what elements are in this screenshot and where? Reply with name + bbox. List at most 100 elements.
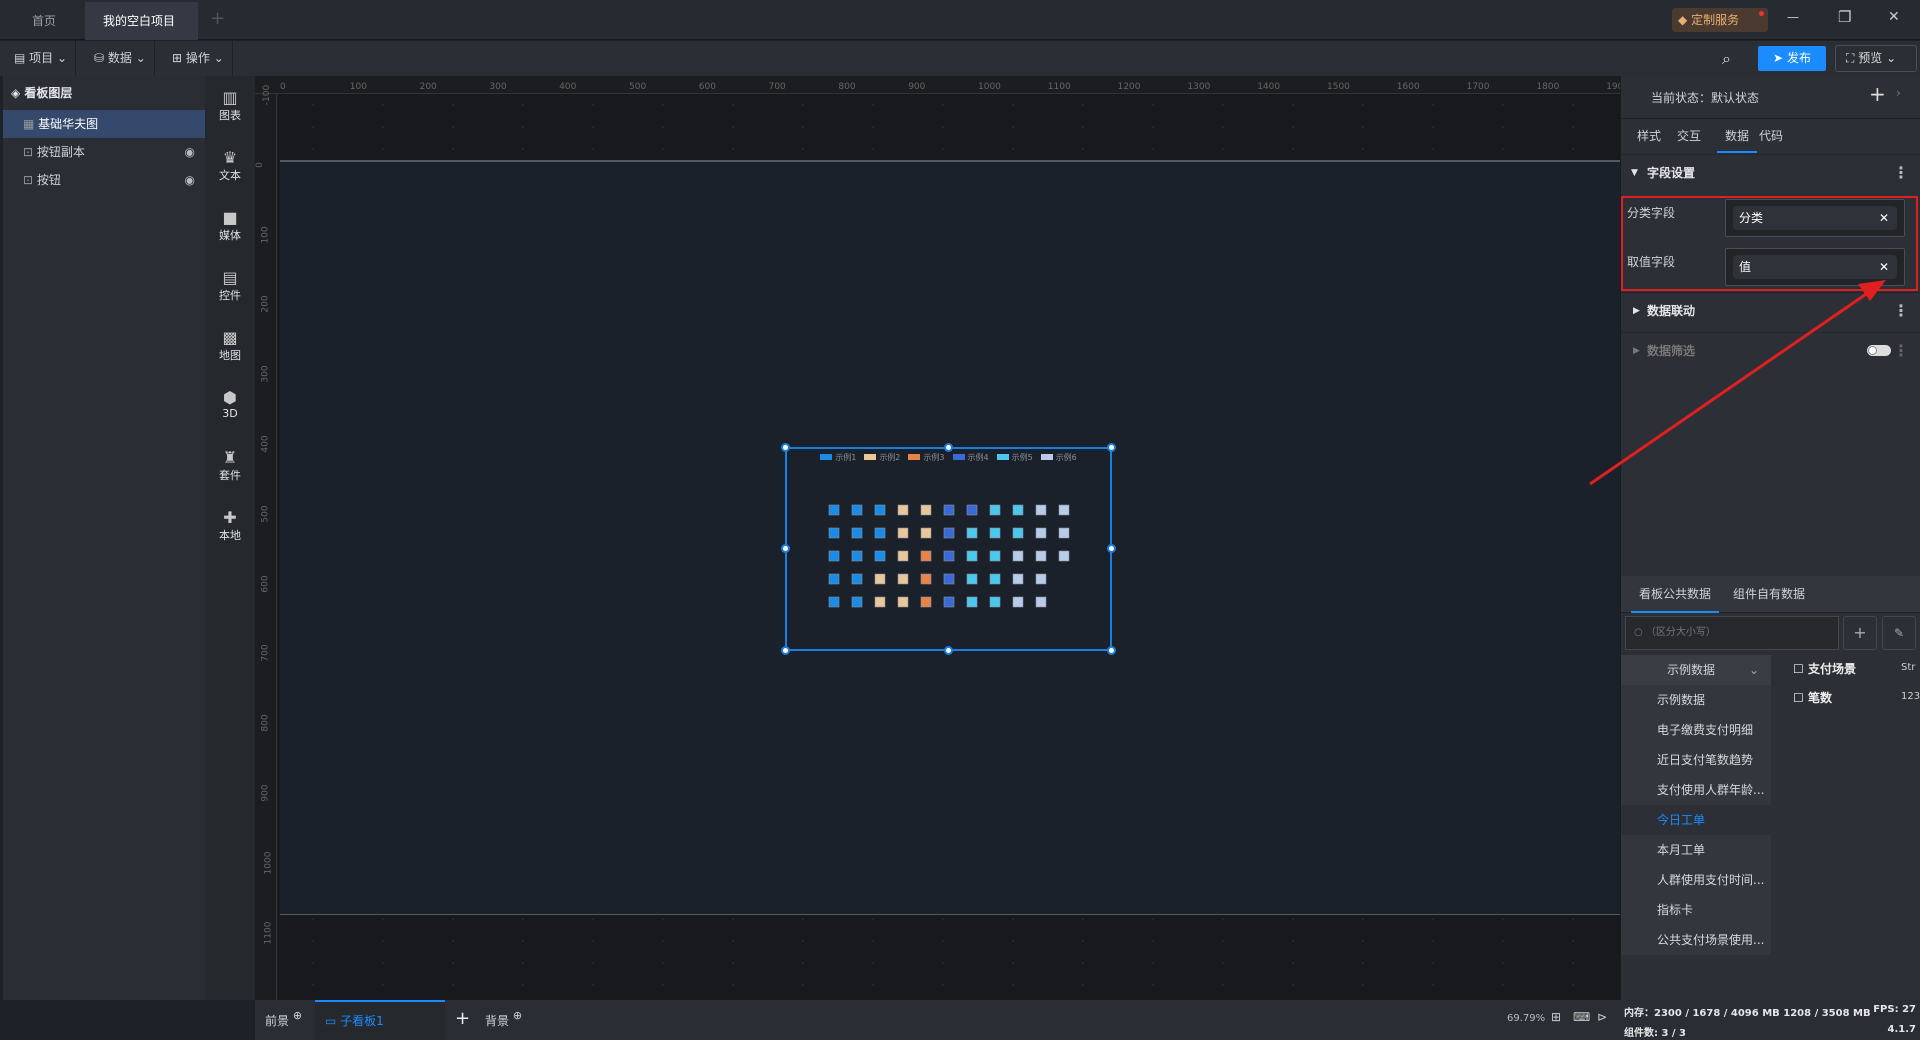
filter-toggle[interactable] [1867, 345, 1891, 356]
foreground-tab[interactable]: 前景 ⊕ [265, 1009, 302, 1029]
data-filter-header[interactable]: ▶ 数据筛选 ⋮ [1621, 332, 1920, 368]
ruler-tick-label: 900 [260, 784, 271, 802]
component-label: 文本 [219, 169, 241, 182]
ruler-tick-label: 500 [260, 505, 271, 523]
project-menu[interactable]: ▤ 项目 ⌄ [6, 41, 77, 76]
media-component-button[interactable]: ■ 媒体 [205, 208, 255, 243]
tab-data[interactable]: 数据 [1717, 120, 1757, 153]
checkbox[interactable]: ☐ [1793, 691, 1804, 705]
tab-component-data[interactable]: 组件自有数据 [1725, 576, 1813, 613]
more-icon[interactable]: ⋮ [1893, 293, 1909, 329]
add-tab-button[interactable]: + [210, 8, 225, 29]
data-linkage-header[interactable]: ▶ 数据联动 ⋮ [1621, 292, 1920, 328]
field-value: 分类 [1739, 211, 1764, 225]
minimize-button[interactable]: — [1787, 10, 1799, 24]
column-item[interactable]: ☐ 支付场景 [1793, 660, 1856, 677]
fit-screen-icon[interactable]: ⊞ [1551, 1010, 1561, 1024]
keyboard-icon[interactable]: ⌨ [1573, 1010, 1590, 1024]
source-item[interactable]: 示例数据 [1621, 685, 1771, 715]
close-button[interactable]: ✕ [1888, 9, 1900, 25]
resize-handle[interactable] [1107, 443, 1116, 452]
clear-icon[interactable]: ✕ [1879, 206, 1889, 230]
chart-component-button[interactable]: ▥ 图表 [205, 88, 255, 123]
subboard-tab[interactable]: ▭ 子看板1 [315, 1000, 445, 1040]
more-icon[interactable]: ⋮ [1893, 155, 1909, 191]
local-component-button[interactable]: ✚ 本地 [205, 508, 255, 543]
restore-button[interactable]: ❐ [1838, 8, 1851, 26]
component-label: 本地 [219, 529, 241, 542]
layer-item[interactable]: ⊡ 按钮 ◉ [3, 166, 205, 194]
layer-item[interactable]: ⊡ 按钮副本 ◉ [3, 138, 205, 166]
source-item[interactable]: 公共支付场景使用... [1621, 925, 1771, 955]
component-bar: ▥ 图表 ♛ 文本 ■ 媒体 ▤ 控件 ▩ 地图 ⬢ 3D ♜ 套件 ✚ 本地 [205, 76, 255, 1000]
resize-handle[interactable] [781, 443, 790, 452]
project-label: 项目 [29, 51, 54, 65]
publish-button[interactable]: ➤ 发布 [1758, 46, 1826, 71]
add-circle-icon[interactable]: ⊕ [513, 1009, 522, 1022]
resize-handle[interactable] [781, 544, 790, 553]
component-label: 媒体 [219, 229, 241, 242]
tab-code[interactable]: 代码 [1759, 120, 1783, 153]
kit-component-button[interactable]: ♜ 套件 [205, 448, 255, 483]
3d-component-button[interactable]: ⬢ 3D [205, 388, 255, 420]
source-item[interactable]: 今日工单 [1621, 805, 1771, 835]
fps-value: 27 [1902, 1004, 1916, 1015]
operations-menu[interactable]: ⊞ 操作 ⌄ [164, 41, 233, 76]
waffle-cell [943, 527, 955, 539]
tab-home[interactable]: 首页 [14, 2, 74, 40]
source-item[interactable]: 人群使用支付时间... [1621, 865, 1771, 895]
search-icon[interactable]: ⌕ [1722, 49, 1731, 69]
search-input[interactable]: ○ （区分大小写） [1625, 616, 1839, 650]
tab-project[interactable]: 我的空白项目 [85, 2, 198, 63]
field-settings-header[interactable]: ▼ 字段设置 ⋮ [1621, 154, 1920, 190]
more-icon[interactable]: ⋮ [1893, 333, 1909, 369]
source-select-value: 示例数据 [1667, 663, 1716, 677]
edit-data-button[interactable]: ✎ [1882, 616, 1916, 650]
waffle-cell [943, 504, 955, 516]
source-item[interactable]: 指标卡 [1621, 895, 1771, 925]
waffle-cell [828, 527, 840, 539]
resize-handle[interactable] [944, 443, 953, 452]
add-circle-icon[interactable]: ⊕ [293, 1009, 302, 1022]
hidden-eye-icon[interactable]: ◉ [185, 166, 195, 194]
chevron-right-icon[interactable]: › [1896, 86, 1901, 100]
add-data-button[interactable]: + [1843, 616, 1877, 650]
add-board-button[interactable]: + [455, 1008, 470, 1029]
background-tab[interactable]: 背景 ⊕ [485, 1009, 522, 1029]
value-field-input[interactable]: 值 ✕ [1725, 248, 1905, 286]
clear-icon[interactable]: ✕ [1879, 255, 1889, 279]
ruler-tick-label: 300 [260, 365, 271, 383]
data-menu[interactable]: ⛁ 数据 ⌄ [86, 41, 155, 76]
component-label: 3D [222, 407, 238, 420]
tab-style[interactable]: 样式 [1637, 120, 1661, 153]
tab-interaction[interactable]: 交互 [1677, 120, 1701, 153]
hidden-eye-icon[interactable]: ◉ [185, 138, 195, 166]
map-component-button[interactable]: ▩ 地图 [205, 328, 255, 363]
resize-handle[interactable] [944, 646, 953, 655]
source-item[interactable]: 本月工单 [1621, 835, 1771, 865]
terminal-icon[interactable]: ⊳ [1597, 1010, 1607, 1024]
waffle-plot [828, 504, 1070, 608]
text-component-button[interactable]: ♛ 文本 [205, 148, 255, 183]
source-item[interactable]: 支付使用人群年龄... [1621, 775, 1771, 805]
resize-handle[interactable] [1107, 544, 1116, 553]
source-item[interactable]: 近日支付笔数趋势 [1621, 745, 1771, 775]
waffle-chart[interactable]: 示例1 示例2 示例3 示例4 示例5 示例6 [781, 443, 1116, 655]
layer-item[interactable]: ▦ 基础华夫图 [3, 110, 205, 138]
checkbox[interactable]: ☐ [1793, 662, 1804, 676]
waffle-cell [828, 573, 840, 585]
add-state-button[interactable]: + [1869, 82, 1886, 106]
source-item[interactable]: 电子缴费支付明细 [1621, 715, 1771, 745]
category-field-input[interactable]: 分类 ✕ [1725, 199, 1905, 237]
source-select[interactable]: 示例数据 ⌄ [1621, 655, 1771, 685]
waffle-cell [920, 527, 932, 539]
preview-button[interactable]: ⛶ 预览 ⌄ [1835, 45, 1917, 72]
custom-service-button[interactable]: ◆ 定制服务 [1672, 8, 1768, 32]
waffle-cell [989, 527, 1001, 539]
tab-board-public-data[interactable]: 看板公共数据 [1631, 576, 1720, 613]
search-icon: ○ [1634, 627, 1643, 638]
resize-handle[interactable] [781, 646, 790, 655]
resize-handle[interactable] [1107, 646, 1116, 655]
control-component-button[interactable]: ▤ 控件 [205, 268, 255, 303]
column-item[interactable]: ☐ 笔数 [1793, 689, 1832, 706]
